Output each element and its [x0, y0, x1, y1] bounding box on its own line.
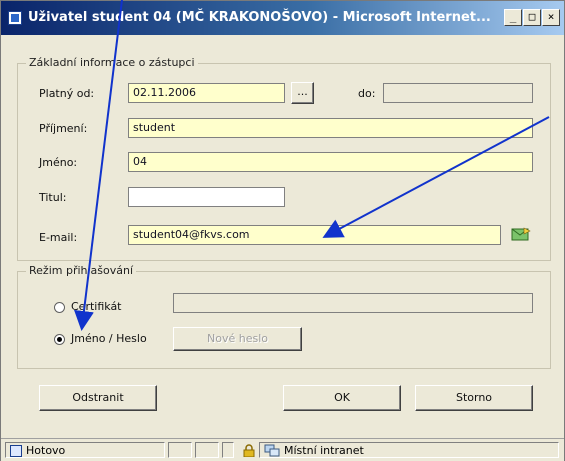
certificate-radio[interactable]	[54, 302, 65, 313]
zone-text: Místní intranet	[284, 444, 364, 457]
send-email-icon[interactable]	[511, 227, 531, 245]
certificate-field[interactable]	[173, 293, 533, 313]
name-field[interactable]: 04	[128, 152, 533, 172]
name-password-label: Jméno / Heslo	[71, 332, 147, 345]
title-bar[interactable]: Uživatel student 04 (MČ KRAKONOŠOVO) - M…	[1, 1, 564, 35]
minimize-button[interactable]: _	[504, 9, 522, 26]
name-password-radio[interactable]	[54, 334, 65, 345]
login-mode-group: Režim přihlašování	[17, 264, 551, 369]
status-cell-empty-1	[168, 442, 192, 458]
ie-window-icon	[8, 11, 22, 25]
new-password-button[interactable]: Nové heslo	[173, 327, 302, 351]
dialog-window: Uživatel student 04 (MČ KRAKONOŠOVO) - M…	[0, 0, 565, 461]
zone-cell: Místní intranet	[259, 442, 559, 458]
ok-button[interactable]: OK	[283, 385, 401, 411]
certificate-label: Certifikát	[71, 300, 122, 313]
valid-to-label: do:	[358, 87, 376, 100]
name-label: Jméno:	[39, 156, 78, 169]
lock-icon	[243, 444, 255, 460]
basic-info-legend: Základní informace o zástupci	[26, 56, 198, 69]
intranet-zone-icon	[264, 444, 280, 460]
date-picker-button[interactable]: ...	[291, 82, 314, 104]
valid-to-field[interactable]	[383, 83, 533, 103]
page-status-icon	[10, 445, 22, 457]
valid-from-field[interactable]: 02.11.2006	[128, 83, 285, 103]
window-title: Uživatel student 04 (MČ KRAKONOŠOVO) - M…	[28, 10, 491, 25]
email-field[interactable]: student04@fkvs.com	[128, 225, 501, 245]
title-label: Titul:	[39, 191, 67, 204]
academic-title-field[interactable]	[128, 187, 285, 207]
status-text: Hotovo	[26, 444, 66, 457]
login-mode-legend: Režim přihlašování	[26, 264, 137, 277]
maximize-button[interactable]: □	[523, 9, 541, 26]
surname-label: Příjmení:	[39, 122, 88, 135]
status-cell: Hotovo	[5, 442, 165, 458]
cancel-button[interactable]: Storno	[415, 385, 533, 411]
status-cell-empty-2	[195, 442, 219, 458]
surname-field[interactable]: student	[128, 118, 533, 138]
email-label: E-mail:	[39, 231, 78, 244]
remove-button[interactable]: Odstranit	[39, 385, 157, 411]
valid-from-label: Platný od:	[39, 87, 95, 100]
status-bar: Hotovo Místní intranet	[1, 438, 564, 461]
close-button[interactable]: ×	[542, 9, 560, 26]
status-cell-empty-3	[222, 442, 234, 458]
